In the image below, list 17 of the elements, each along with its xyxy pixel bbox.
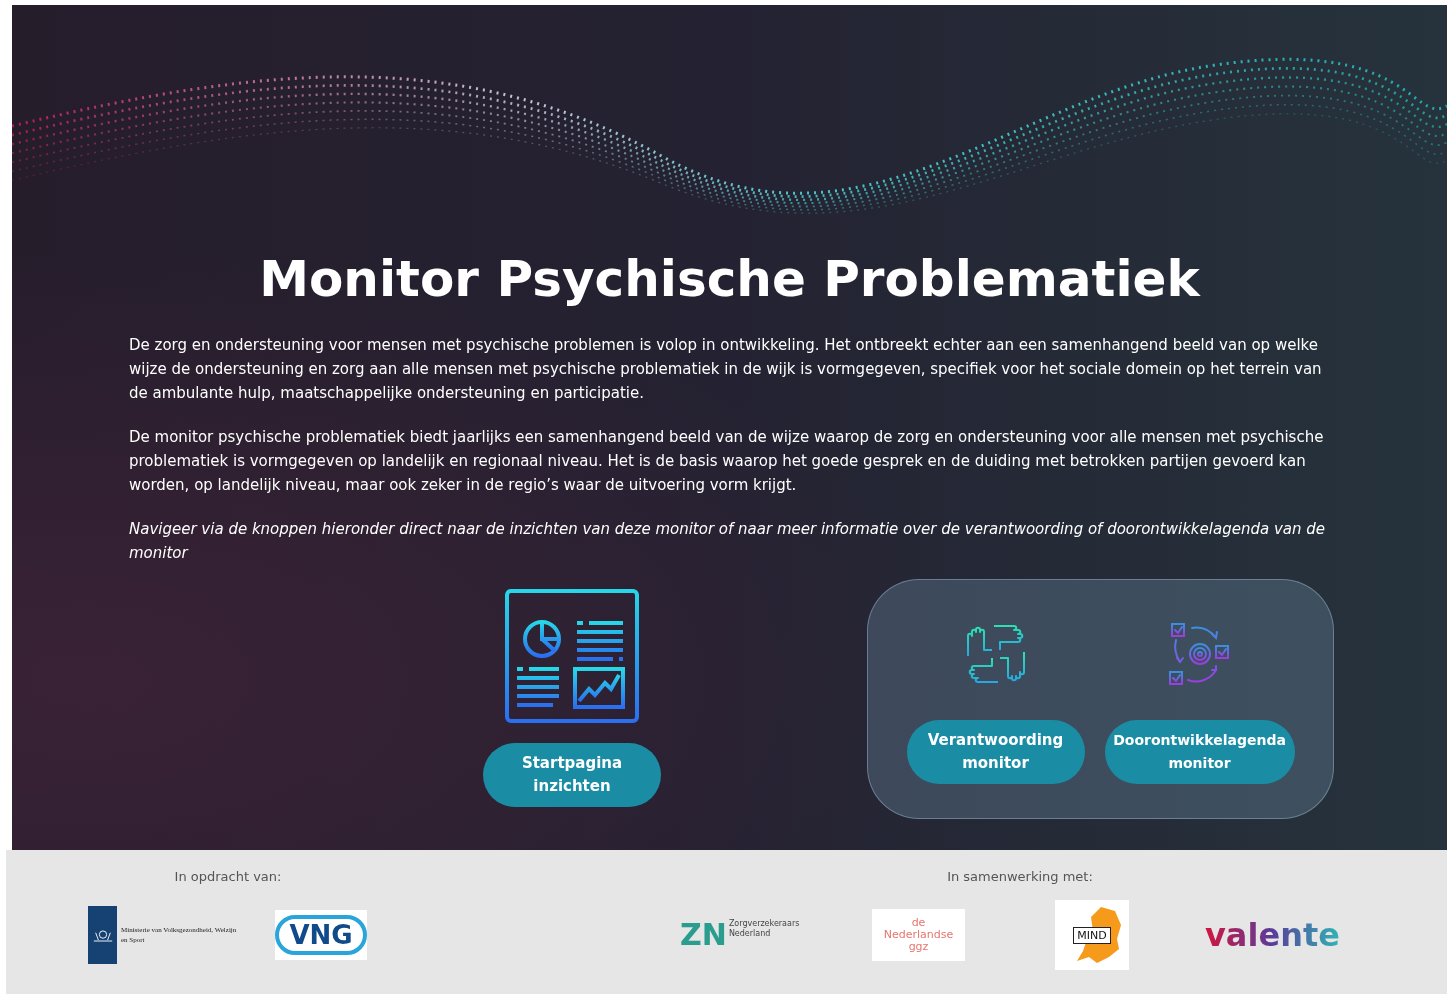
crest-logo	[88, 906, 117, 964]
zn-caption: Zorgverzekeraars Nederland	[728, 919, 801, 939]
ggz-logo: de Nederlandse ggz	[872, 909, 965, 961]
mind-logo: MIND	[1055, 900, 1129, 970]
cycle-checklist-icon	[1167, 622, 1232, 686]
footer-label: In samenwerking met:	[946, 869, 1094, 886]
page-title: Monitor Psychische Problematiek	[258, 249, 1202, 309]
intro-paragraph: De monitor psychische problematiek biedt jaarlijks een samenhangend beeld van de wijze waarop de zorg en ondersteuning voor alle mensen met psychische problematiek is vormgegeven op landelijk en regionaal niveau. Het is de basis waarop het goede gesprek en de duiding met betrokken partijen gevoerd kan worden, op landelijk niveau, maar ook zeker in de regio’s waar de uitvoering vorm krijgt.	[129, 427, 1325, 496]
nav-button[interactable]: Verantwoording monitor	[906, 720, 1085, 784]
dashboard-icon	[505, 589, 639, 723]
nav-button[interactable]: Doorontwikkelagenda monitor	[1104, 720, 1295, 784]
intro-paragraph: De zorg en ondersteuning voor mensen met psychische problemen is volop in ontwikkeling. Het ontbreekt echter aan een samenhangend beeld van op welke wijze de ondersteuning en zorg aan alle mensen met psychische problematiek in de wijk is vormgegeven, specifiek voor het sociale domein op het terrein van de ambulante hulp, maatschappelijke ondersteuning en participatie.	[129, 335, 1323, 404]
instruction-text: Navigeer via de knoppen hieronder direct naar de inzichten van deze monitor of naar meer informatie over de verantwoording of doorontwikkelagenda van de monitor	[129, 519, 1326, 564]
zn-logo: ZN	[680, 917, 727, 953]
start-button[interactable]: Startpagina inzichten	[483, 743, 661, 807]
vng-logo: VNG	[275, 910, 367, 960]
footer-label: In opdracht van:	[173, 869, 283, 886]
